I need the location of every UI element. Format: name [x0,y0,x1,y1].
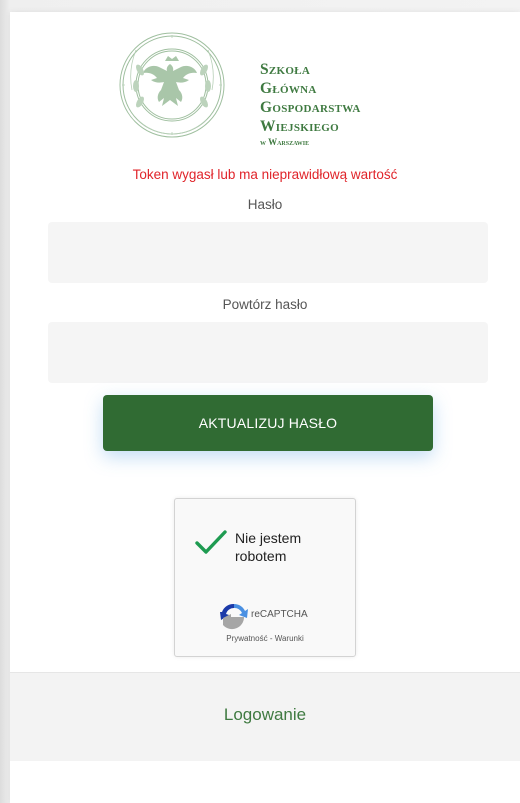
recaptcha-checkmark-icon[interactable] [195,529,227,555]
university-logo: Szkoła Główna Gospodarstwa Wiejskiego w … [118,30,362,147]
recaptcha-label: Nie jestem robotem [235,530,302,564]
recaptcha-links: Prywatność - Warunki [175,634,355,643]
repeat-password-label: Powtórz hasło [222,297,308,312]
university-name: Szkoła Główna Gospodarstwa Wiejskiego w … [260,60,362,149]
university-name-line-4: w Warszawie [260,137,310,147]
recaptcha-logo-icon [220,603,248,630]
recaptcha-brand: reCAPTCHA [251,609,308,620]
university-name-line-2: Gospodarstwa [260,99,361,116]
password-input[interactable] [48,222,488,283]
error-message: Token wygasł lub ma nieprawidłową wartoś… [132,167,398,182]
update-password-button[interactable]: AKTUALIZUJ HASŁO [103,395,433,451]
university-name-line-1: Szkoła Główna [260,61,317,97]
recaptcha-privacy-link[interactable]: Prywatność [226,634,267,643]
reset-password-card: Szkoła Główna Gospodarstwa Wiejskiego w … [10,12,520,803]
university-seal-icon [119,32,225,138]
recaptcha-widget: Nie jestem robotem reCAPTCHA Prywatność … [174,498,356,657]
recaptcha-terms-link[interactable]: Warunki [275,634,304,643]
login-link[interactable]: Logowanie [10,705,520,725]
repeat-password-input[interactable] [48,322,488,383]
password-label: Hasło [247,197,283,212]
recaptcha-links-separator: - [267,634,275,643]
card-footer: Logowanie [10,672,520,761]
university-name-line-3: Wiejskiego [260,118,340,135]
